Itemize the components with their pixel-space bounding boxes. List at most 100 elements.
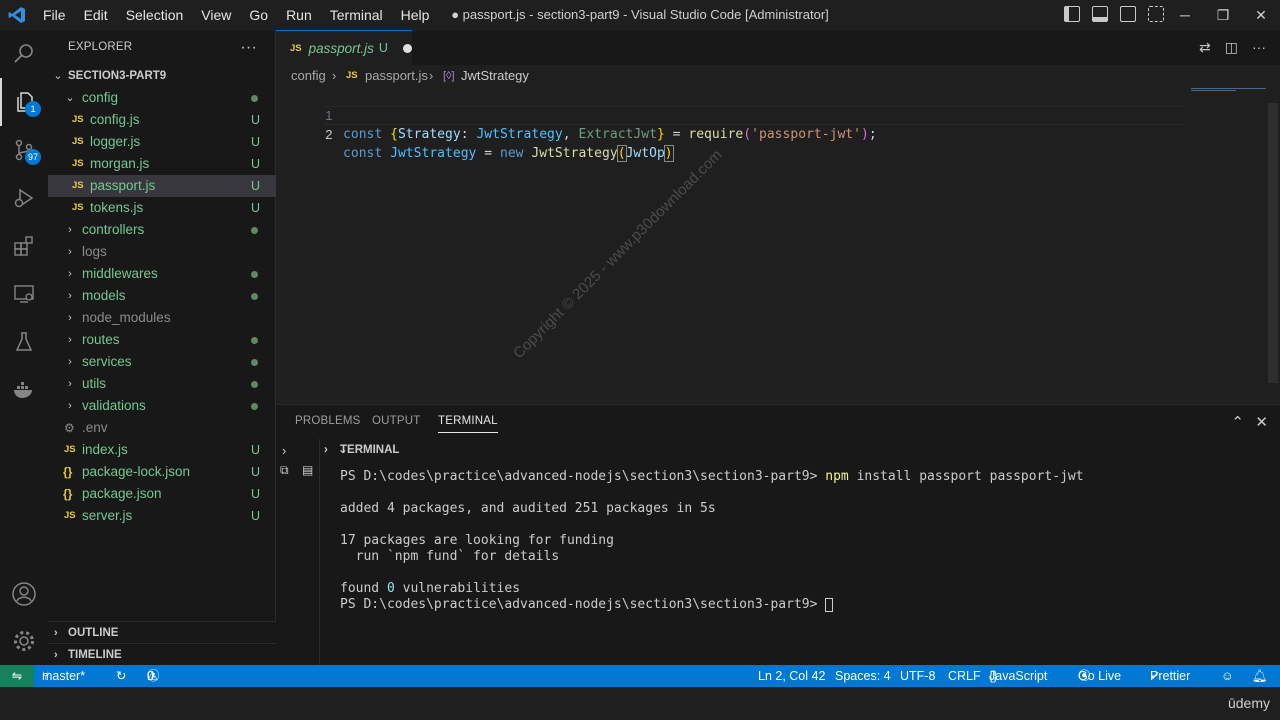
menu-help[interactable]: Help — [392, 0, 439, 30]
explorer-icon[interactable]: 1 — [0, 78, 48, 126]
tree-item-index-js[interactable]: JS index.js U — [48, 439, 276, 461]
tree-item-label: config — [82, 90, 119, 105]
testing-icon[interactable] — [0, 318, 48, 366]
tree-item-label: node_modules — [82, 310, 171, 325]
outline-section[interactable]: › OUTLINE — [48, 621, 276, 643]
tree-item-validations[interactable]: › validations — [48, 395, 276, 417]
tree-item-utils[interactable]: › utils — [48, 373, 276, 395]
prettier-label: Prettier — [1150, 669, 1191, 683]
terminal-line: PS D:\codes\practice\advanced-nodejs\sec… — [340, 597, 1084, 613]
chevron-right-icon[interactable]: › — [282, 443, 286, 458]
editor-scrollbar[interactable] — [1268, 103, 1278, 383]
menu-run[interactable]: Run — [277, 0, 321, 30]
terminal-shell-icon[interactable]: ▤ — [302, 463, 313, 477]
minimize-icon[interactable]: ─ — [1166, 0, 1204, 30]
tree-item-middlewares[interactable]: › middlewares — [48, 263, 276, 285]
untracked-badge: U — [250, 179, 260, 193]
tab-label: passport.js — [308, 40, 374, 56]
tree-item-env[interactable]: ⚙ .env — [48, 417, 276, 439]
workspace-root[interactable]: ⌄ SECTION3-PART9 — [48, 65, 275, 87]
toggle-primary-sidebar-icon[interactable] — [1064, 6, 1080, 22]
untracked-badge: U — [250, 113, 260, 127]
minimap[interactable] — [1191, 87, 1266, 93]
menu-edit[interactable]: Edit — [75, 0, 117, 30]
sync-icon[interactable]: ↻ — [116, 665, 126, 687]
end-of-line[interactable]: CRLF — [948, 665, 981, 687]
js-file-icon: JS — [72, 136, 84, 147]
tree-item-node-modules[interactable]: › node_modules — [48, 307, 276, 329]
tree-item-label: package.json — [82, 486, 162, 501]
source-control-icon[interactable]: 97 — [0, 126, 48, 174]
code-editor[interactable]: 1 const {Strategy: JwtStrategy, ExtractJ… — [276, 87, 1280, 404]
tree-item-routes[interactable]: › routes — [48, 329, 276, 351]
tree-item-logger-js[interactable]: JS logger.js U — [48, 131, 276, 153]
tree-item-label: logger.js — [90, 134, 141, 149]
tree-item-services[interactable]: › services — [48, 351, 276, 373]
menu-go[interactable]: Go — [240, 0, 277, 30]
docker-icon[interactable] — [0, 366, 48, 414]
close-icon[interactable]: ✕ — [1242, 0, 1280, 30]
indentation[interactable]: Spaces: 4 — [835, 665, 891, 687]
toggle-panel-icon[interactable] — [1092, 6, 1108, 22]
tab-output[interactable]: OUTPUT — [372, 415, 420, 427]
tree-item-config-js[interactable]: JS config.js U — [48, 109, 276, 131]
unsaved-dot-icon[interactable] — [402, 43, 412, 53]
extensions-icon[interactable] — [0, 222, 48, 270]
open-changes-icon[interactable]: ⇄ — [1199, 39, 1211, 56]
branch-name: master* — [42, 669, 86, 683]
remote-indicator-icon[interactable]: ⇋ — [0, 665, 34, 687]
close-panel-icon[interactable]: ✕ — [1255, 413, 1268, 431]
terminal-text: vulnerabilities — [394, 581, 521, 596]
remote-explorer-icon[interactable] — [0, 270, 48, 318]
tree-item-morgan-js[interactable]: JS morgan.js U — [48, 153, 276, 175]
split-editor-icon[interactable]: ◫ — [1225, 39, 1238, 56]
tab-problems[interactable]: PROBLEMS — [295, 415, 361, 427]
tab-terminal[interactable]: TERMINAL — [438, 415, 498, 433]
tree-item-config[interactable]: ⌄ config — [48, 87, 276, 109]
cursor-position[interactable]: Ln 2, Col 42 — [758, 665, 825, 687]
editor-tabs: JS passport.js U ⇄ ◫ ··· — [276, 30, 1280, 65]
breadcrumb-symbol[interactable]: JwtStrategy — [461, 65, 529, 87]
feedback-icon[interactable]: ☺ — [1221, 665, 1234, 687]
customize-layout-icon[interactable] — [1148, 6, 1164, 22]
restore-icon[interactable]: ❐ — [1204, 0, 1242, 30]
chevron-right-icon[interactable]: › — [324, 439, 328, 461]
menu-terminal[interactable]: Terminal — [321, 0, 392, 30]
toggle-secondary-sidebar-icon[interactable] — [1120, 6, 1136, 22]
tree-item-passport-js[interactable]: JS passport.js U — [48, 175, 276, 197]
tree-item-package-lock-json[interactable]: {} package-lock.json U — [48, 461, 276, 483]
tree-item-server-js[interactable]: JS server.js U — [48, 505, 276, 527]
terminal-output[interactable]: PS D:\codes\practice\advanced-nodejs\sec… — [340, 469, 1084, 613]
accounts-icon[interactable] — [0, 570, 48, 618]
timeline-section[interactable]: › TIMELINE — [48, 643, 276, 665]
breadcrumb-folder[interactable]: config — [291, 65, 326, 87]
encoding[interactable]: UTF-8 — [900, 665, 935, 687]
breadcrumb-file[interactable]: passport.js — [365, 65, 428, 87]
menu-view[interactable]: View — [192, 0, 240, 30]
search-icon[interactable] — [0, 30, 48, 78]
run-debug-icon[interactable] — [0, 174, 48, 222]
js-file-icon: JS — [290, 42, 302, 54]
menu-file[interactable]: File — [34, 0, 75, 30]
tree-item-tokens-js[interactable]: JS tokens.js U — [48, 197, 276, 219]
more-actions-icon[interactable]: ··· — [240, 30, 257, 65]
chevron-right-icon: › — [68, 378, 72, 390]
more-actions-icon[interactable]: ··· — [1252, 39, 1266, 56]
untracked-badge: U — [250, 157, 260, 171]
terminal-split-icon[interactable]: ⧉ — [280, 463, 289, 478]
tree-item-label: validations — [82, 398, 146, 413]
tab-passport-js[interactable]: JS passport.js U — [276, 30, 412, 65]
terminal-command: npm — [825, 469, 849, 484]
tree-item-logs[interactable]: › logs — [48, 241, 276, 263]
notifications-bell-icon[interactable]: 🔔︎ — [1252, 665, 1268, 687]
menu-bar: File Edit Selection View Go Run Terminal… — [34, 0, 438, 30]
gear-file-icon: ⚙ — [64, 421, 75, 435]
tree-item-models[interactable]: › models — [48, 285, 276, 307]
tree-item-label: server.js — [82, 508, 133, 523]
maximize-panel-icon[interactable]: ⌃ — [1231, 413, 1244, 431]
tree-item-package-json[interactable]: {} package.json U — [48, 483, 276, 505]
tree-item-controllers[interactable]: › controllers — [48, 219, 276, 241]
modified-dot-icon — [251, 271, 258, 278]
settings-gear-icon[interactable] — [0, 617, 48, 665]
menu-selection[interactable]: Selection — [117, 0, 193, 30]
